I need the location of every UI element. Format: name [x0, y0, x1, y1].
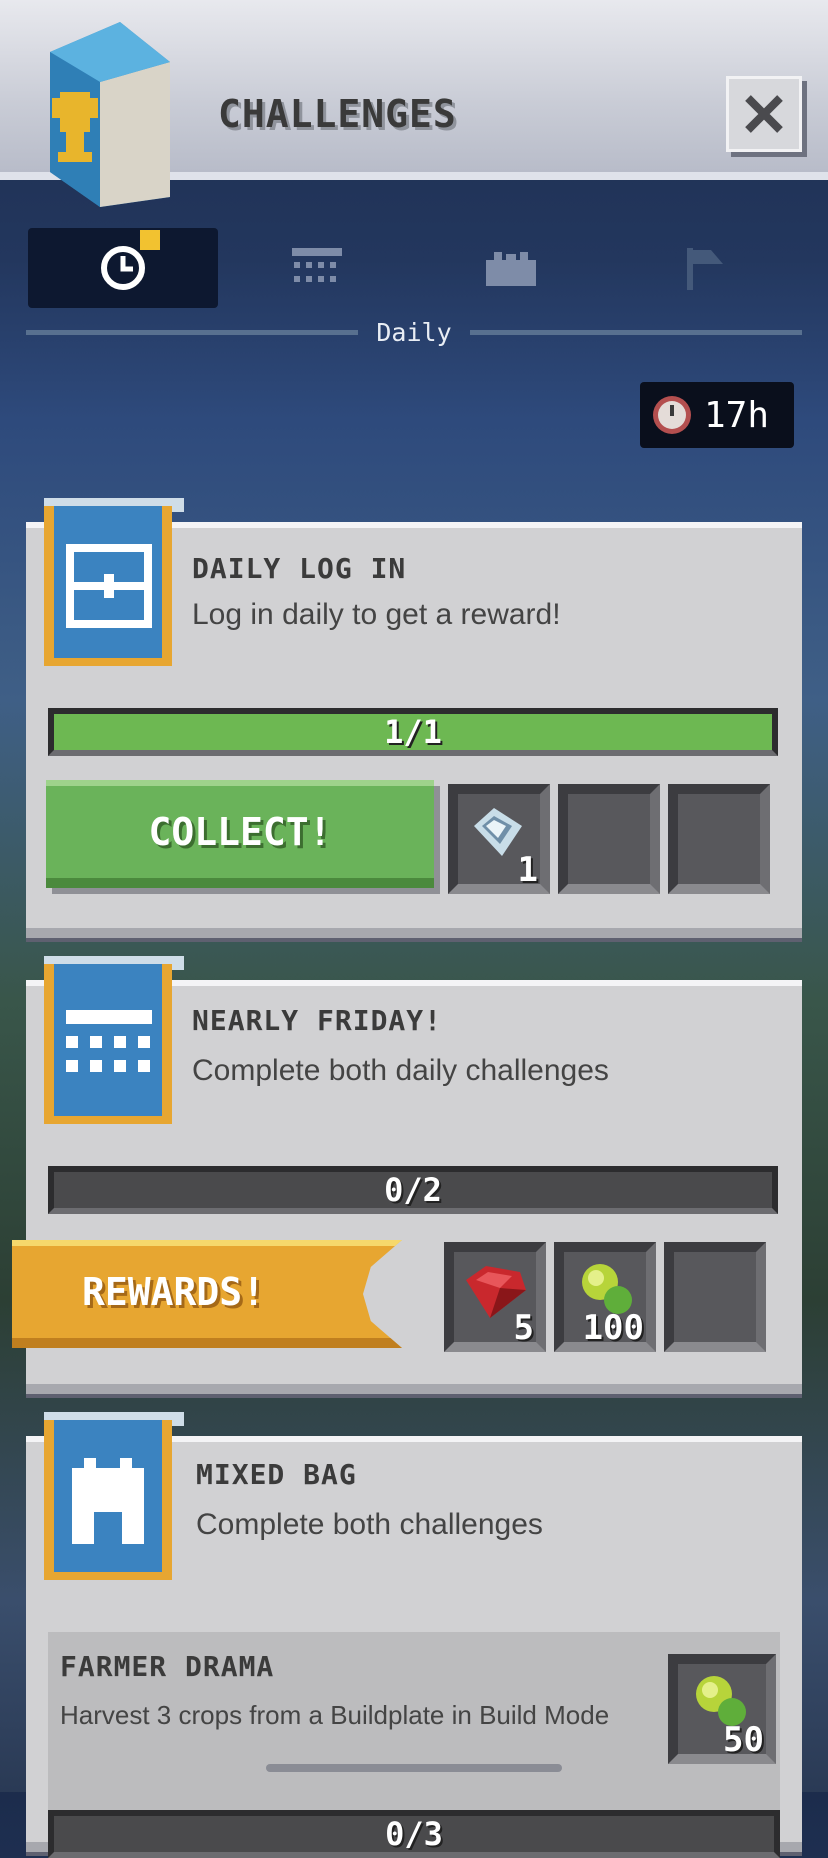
progress-text: 0/2 — [384, 1171, 442, 1209]
scroll-handle[interactable] — [266, 1764, 562, 1772]
tab-flag[interactable] — [610, 228, 800, 308]
progress-text: 1/1 — [384, 713, 442, 751]
progress-bar: 0/2 — [48, 1166, 778, 1214]
card-title: MIXED BAG — [196, 1458, 357, 1491]
reward-slot[interactable]: 5 — [444, 1242, 546, 1352]
reward-slot — [664, 1242, 766, 1352]
calendar-icon — [292, 248, 342, 282]
progress-text: 0/3 — [385, 1815, 443, 1853]
chest-banner-icon — [44, 498, 184, 666]
tower-banner-icon — [44, 1412, 184, 1580]
sub-challenge-title: FARMER DRAMA — [60, 1650, 275, 1683]
time-remaining-badge: 17h — [640, 382, 794, 448]
reward-slot — [668, 784, 770, 894]
stopwatch-icon — [653, 396, 691, 434]
notification-badge — [140, 230, 160, 250]
tab-weekly[interactable] — [222, 228, 412, 308]
progress-bar: 0/3 — [48, 1810, 780, 1858]
collect-button[interactable]: COLLECT! — [46, 780, 434, 888]
reward-slot[interactable]: 1 — [448, 784, 550, 894]
reward-count: 1 — [517, 850, 538, 890]
reward-slot — [558, 784, 660, 894]
tab-daily[interactable] — [28, 228, 218, 308]
reward-count: 5 — [513, 1308, 534, 1348]
reward-slots: 5 100 — [444, 1242, 766, 1352]
card-description: Complete both daily challenges — [192, 1054, 609, 1087]
active-tab-label: Daily — [376, 318, 452, 347]
card-description: Complete both challenges — [196, 1508, 543, 1541]
rewards-button[interactable]: REWARDS! — [12, 1240, 402, 1348]
reward-count: 50 — [723, 1720, 764, 1760]
card-description: Log in daily to get a reward! — [192, 598, 561, 631]
challenge-card-mixed-bag: MIXED BAG Complete both challenges FARME… — [26, 1412, 802, 1858]
header-bar: CHALLENGES — [0, 0, 828, 207]
reward-slot[interactable]: 50 — [668, 1654, 776, 1764]
page-title: CHALLENGES — [218, 92, 457, 136]
reward-count: 100 — [582, 1308, 644, 1348]
clock-icon — [101, 246, 145, 290]
reward-slots: 1 — [448, 784, 770, 894]
close-icon — [745, 95, 783, 133]
card-title: DAILY LOG IN — [192, 552, 407, 585]
tab-bar — [28, 228, 800, 308]
tab-divider — [26, 330, 358, 335]
calendar-banner-icon — [44, 956, 184, 1124]
challenges-book-icon — [50, 22, 170, 207]
close-button[interactable] — [726, 76, 802, 152]
progress-bar: 1/1 — [48, 708, 778, 756]
castle-icon — [486, 252, 536, 286]
card-title: NEARLY FRIDAY! — [192, 1004, 443, 1037]
sub-challenge-description: Harvest 3 crops from a Buildplate in Bui… — [60, 1700, 610, 1730]
timer-text: 17h — [704, 394, 770, 436]
challenge-card-daily-log-in: DAILY LOG IN Log in daily to get a rewar… — [26, 498, 802, 928]
tab-divider — [470, 330, 802, 335]
challenge-card-nearly-friday: NEARLY FRIDAY! Complete both daily chall… — [12, 956, 802, 1384]
flag-icon — [687, 248, 723, 290]
reward-slot[interactable]: 100 — [554, 1242, 656, 1352]
sub-challenge-card: FARMER DRAMA Harvest 3 crops from a Buil… — [48, 1632, 780, 1858]
tab-season[interactable] — [416, 228, 606, 308]
